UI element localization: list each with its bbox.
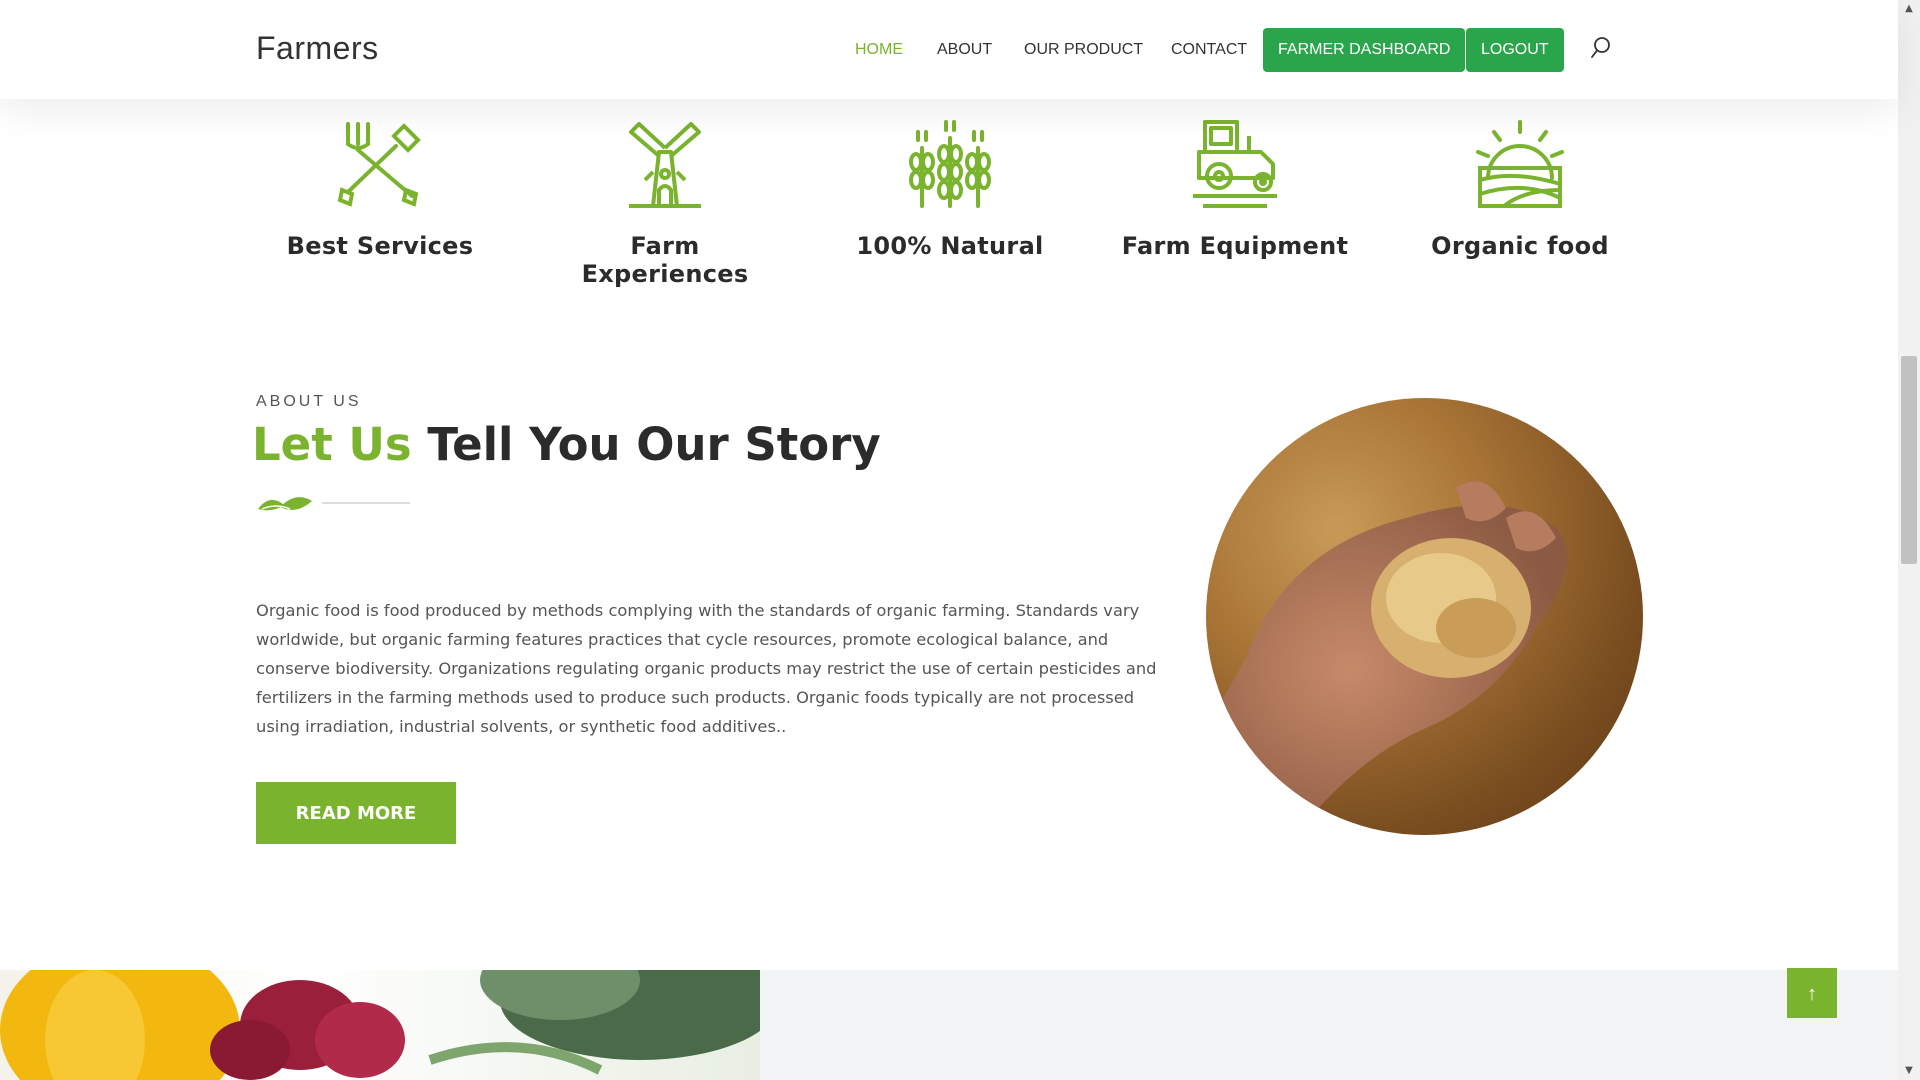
feature-100-natural: 100% Natural	[830, 118, 1070, 260]
vegetables-photo	[0, 970, 760, 1080]
feature-farm-equipment: Farm Equipment	[1115, 118, 1355, 260]
feature-farm-experiences: Farm Experiences	[545, 118, 785, 288]
sunrise-field-icon	[1476, 120, 1564, 208]
heading-highlight: Let Us	[252, 418, 412, 471]
feature-title: Organic food	[1431, 232, 1609, 260]
read-more-button[interactable]: READ MORE	[256, 782, 456, 844]
feature-organic-food: Organic food	[1400, 118, 1640, 260]
heading-rest: Tell You Our Story	[411, 418, 881, 471]
leaf-divider-icon	[258, 497, 410, 511]
bottom-section-panel	[760, 970, 1898, 1080]
feature-best-services: Best Services	[260, 118, 500, 260]
tractor-icon	[1193, 120, 1277, 208]
tools-icon	[337, 122, 421, 207]
brand-logo[interactable]: Farmers	[256, 30, 379, 67]
hand-holding-grain-photo	[1206, 398, 1643, 835]
scroll-up-arrow-icon[interactable]: ▲	[1898, 0, 1920, 18]
site-header: Farmers HOME ABOUT OUR PRODUCT CONTACT F…	[0, 0, 1898, 99]
scrollbar-thumb[interactable]	[1901, 356, 1917, 564]
scroll-down-arrow-icon[interactable]: ▼	[1898, 1062, 1920, 1080]
about-heading: Let Us Tell You Our Story	[252, 418, 881, 471]
nav-our-product[interactable]: OUR PRODUCT	[1024, 28, 1143, 72]
feature-title: 100% Natural	[856, 232, 1044, 260]
search-icon[interactable]	[1590, 36, 1612, 60]
wheat-icon	[909, 120, 991, 208]
windmill-icon	[629, 122, 701, 208]
about-section-label: ABOUT US	[256, 393, 362, 410]
logout-button[interactable]: LOGOUT	[1466, 28, 1564, 72]
feature-title: Farm Experiences	[581, 232, 749, 288]
about-description: Organic food is food produced by methods…	[256, 601, 1157, 737]
nav-home[interactable]: HOME	[855, 28, 903, 72]
farmer-dashboard-button[interactable]: FARMER DASHBOARD	[1263, 28, 1466, 72]
vegetables-illustration	[0, 970, 760, 1080]
nav-contact[interactable]: CONTACT	[1171, 28, 1247, 72]
feature-title: Farm Equipment	[1121, 232, 1349, 260]
scroll-to-top-button[interactable]: ↑	[1787, 968, 1837, 1018]
page-scrollbar[interactable]: ▲ ▼	[1898, 0, 1920, 1080]
feature-title: Best Services	[286, 232, 474, 260]
photo-illustration	[1206, 481, 1568, 835]
nav-about[interactable]: ABOUT	[937, 28, 992, 72]
